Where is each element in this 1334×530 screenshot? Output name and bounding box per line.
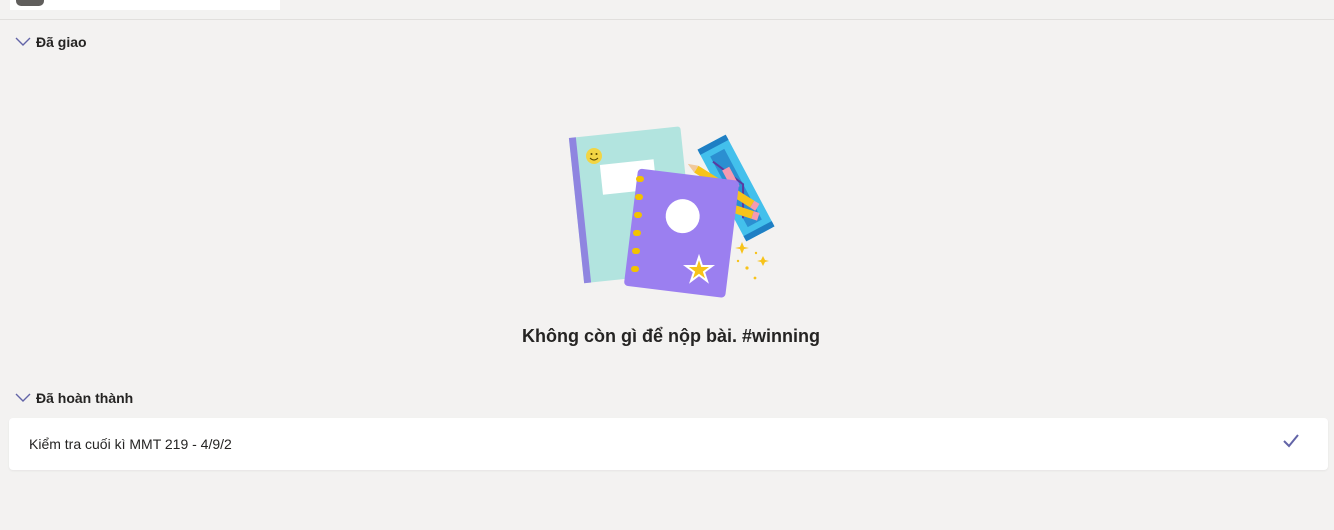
assignments-page: Đã giao Không còn gì để nộp bài. #winnin… xyxy=(0,0,1334,530)
section-header-completed[interactable]: Đã hoàn thành xyxy=(14,387,133,409)
section-header-assigned[interactable]: Đã giao xyxy=(14,31,87,53)
assignment-title: Kiểm tra cuối kì MMT 219 - 4/9/2 xyxy=(29,436,232,452)
search-input[interactable] xyxy=(10,0,280,10)
assignment-card[interactable]: Kiểm tra cuối kì MMT 219 - 4/9/2 xyxy=(9,418,1328,470)
avatar[interactable] xyxy=(16,0,44,6)
chevron-down-icon xyxy=(15,393,31,402)
section-label-assigned: Đã giao xyxy=(36,34,87,50)
section-label-completed: Đã hoàn thành xyxy=(36,390,134,406)
notebook-illustration xyxy=(568,126,775,298)
empty-state-message: Không còn gì để nộp bài. #winning xyxy=(522,326,820,346)
checkmark-icon xyxy=(1283,434,1299,448)
top-toolbar xyxy=(0,0,1334,20)
chevron-down-icon xyxy=(15,37,31,46)
